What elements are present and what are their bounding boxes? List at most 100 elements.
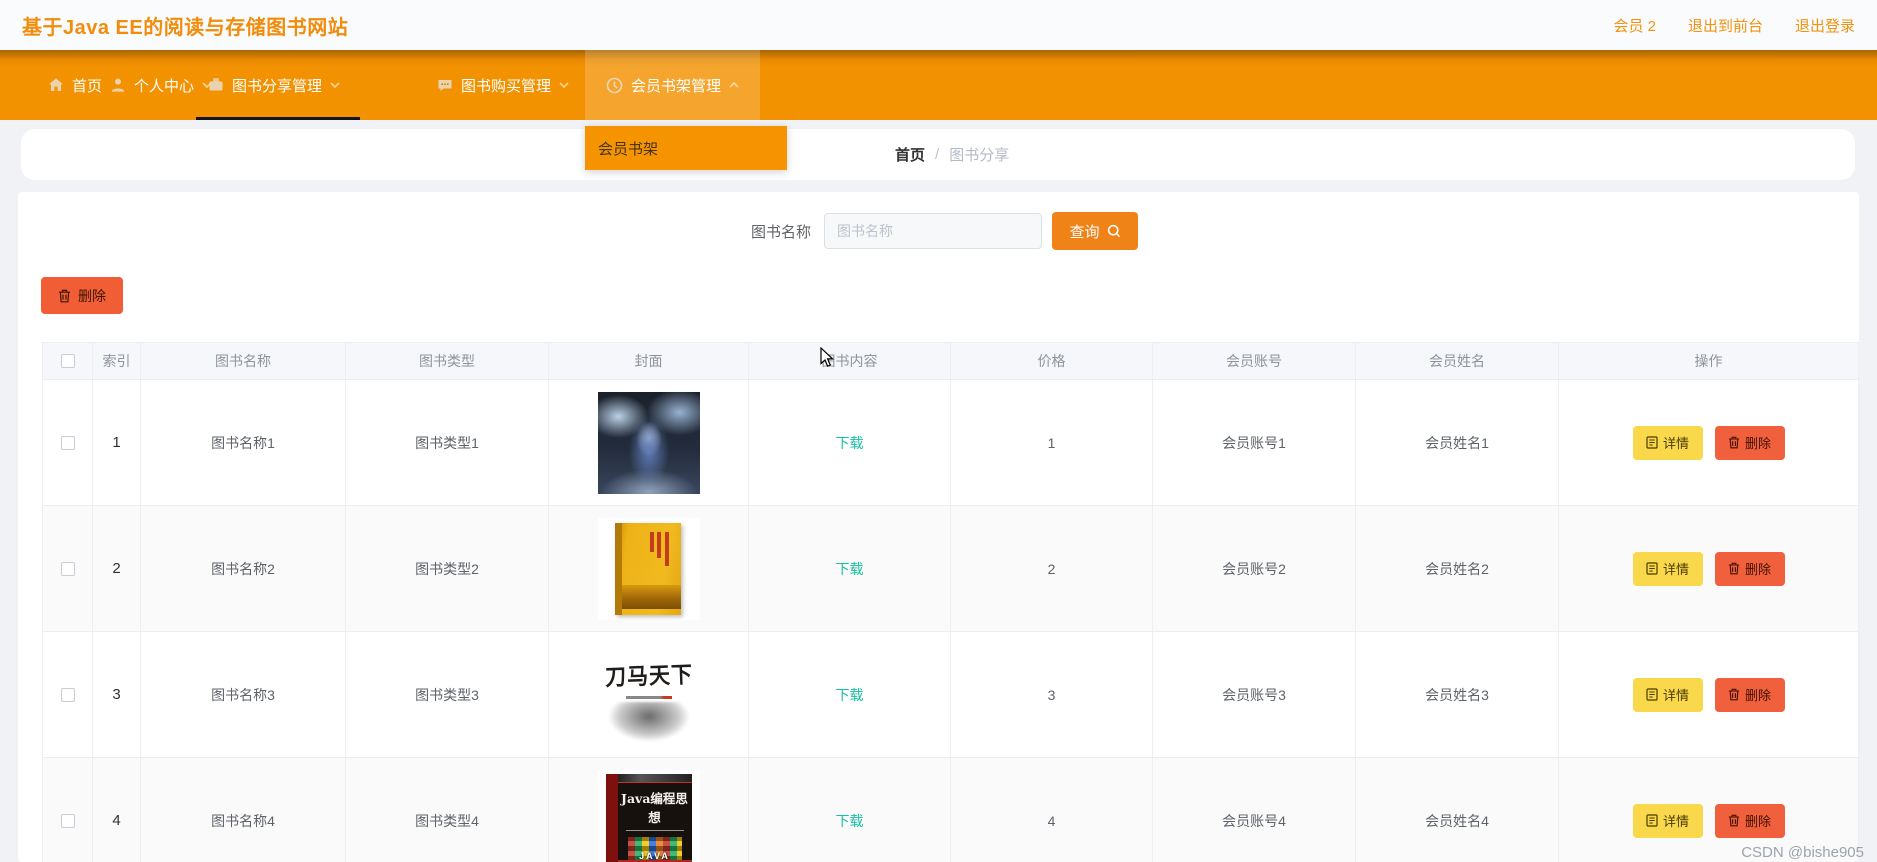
briefcase-icon xyxy=(209,78,223,91)
document-icon xyxy=(1646,814,1658,827)
detail-button[interactable]: 详情 xyxy=(1632,551,1703,586)
search-input[interactable] xyxy=(824,213,1042,249)
detail-button-label: 详情 xyxy=(1662,562,1689,577)
delete-button[interactable]: 删除 xyxy=(1714,803,1785,838)
col-header-member-name: 会员姓名 xyxy=(1356,343,1559,380)
table-row: 1 图书名称1 图书类型1 下载 1 会员账号1 会员姓名1 详情 删除 xyxy=(43,380,1859,506)
cell-index: 2 xyxy=(93,506,141,632)
select-all-cell xyxy=(43,343,93,380)
cell-book-name: 图书名称3 xyxy=(141,632,346,758)
cell-index: 1 xyxy=(93,380,141,506)
chevron-up-icon xyxy=(729,82,739,88)
cell-book-type: 图书类型4 xyxy=(346,758,549,862)
exit-to-front-link[interactable]: 退出到前台 xyxy=(1688,15,1763,36)
row-checkbox[interactable] xyxy=(60,687,75,702)
active-section-underline xyxy=(196,117,360,120)
nav-item-member-bookshelf-mgmt[interactable]: 会员书架管理 xyxy=(585,50,760,120)
row-checkbox[interactable] xyxy=(60,561,75,576)
download-link[interactable]: 下载 xyxy=(836,559,864,579)
cell-book-type: 图书类型1 xyxy=(346,380,549,506)
search-label: 图书名称 xyxy=(750,223,811,241)
cell-member-name: 会员姓名4 xyxy=(1356,758,1559,862)
search-row: 图书名称 查询 xyxy=(24,192,1859,250)
breadcrumb: 首页 / 图书分享 xyxy=(21,129,1855,180)
document-icon xyxy=(1646,688,1658,701)
cell-book-name: 图书名称1 xyxy=(141,380,346,506)
top-links: 会员 2 退出到前台 退出登录 xyxy=(1613,15,1855,36)
trash-icon xyxy=(1728,562,1740,575)
bulk-delete-button[interactable]: 删除 xyxy=(41,277,123,314)
cell-index: 4 xyxy=(93,758,141,862)
books-table: 索引 图书名称 图书类型 封面 图书内容 价格 会员账号 会员姓名 操作 1 图… xyxy=(42,342,1859,862)
breadcrumb-separator: / xyxy=(935,146,940,163)
col-header-book-name: 图书名称 xyxy=(141,343,346,380)
detail-button[interactable]: 详情 xyxy=(1632,425,1703,460)
delete-button-label: 删除 xyxy=(1744,436,1771,451)
cell-cover: Java编程思想 JAVA xyxy=(549,758,749,862)
member-link[interactable]: 会员 2 xyxy=(1613,15,1656,36)
cell-price: 1 xyxy=(951,380,1153,506)
trash-icon xyxy=(1728,814,1740,827)
cell-member-account: 会员账号1 xyxy=(1153,380,1356,506)
row-checkbox[interactable] xyxy=(60,435,75,450)
detail-button-label: 详情 xyxy=(1662,688,1689,703)
table-header-row: 索引 图书名称 图书类型 封面 图书内容 价格 会员账号 会员姓名 操作 xyxy=(43,343,1859,380)
page: 基于Java EE的阅读与存储图书网站 会员 2 退出到前台 退出登录 首页 个… xyxy=(0,0,1877,862)
cell-price: 2 xyxy=(951,506,1153,632)
delete-button[interactable]: 删除 xyxy=(1714,551,1785,586)
ink-calligraphy-cover: 刀马天下 xyxy=(597,643,700,746)
col-header-content: 图书内容 xyxy=(749,343,951,380)
table-row: 2 图书名称2 图书类型2 下载 2 会员账号2 会员姓名2 详情 删除 xyxy=(43,506,1859,632)
cell-index: 3 xyxy=(93,632,141,758)
download-link[interactable]: 下载 xyxy=(836,685,864,705)
col-header-price: 价格 xyxy=(951,343,1153,380)
trash-icon xyxy=(1728,436,1740,449)
nav-item-book-purchase-mgmt[interactable]: 图书购买管理 xyxy=(425,50,581,120)
cell-member-account: 会员账号2 xyxy=(1153,506,1356,632)
trash-icon xyxy=(1728,688,1740,701)
download-link[interactable]: 下载 xyxy=(836,433,864,453)
watermark: CSDN @bishe905 xyxy=(1741,844,1864,861)
dropdown-item-member-bookshelf[interactable]: 会员书架 xyxy=(585,126,787,170)
home-icon xyxy=(49,78,63,91)
col-header-actions: 操作 xyxy=(1559,343,1859,380)
chevron-down-icon xyxy=(330,82,340,88)
query-button-label: 查询 xyxy=(1069,223,1100,241)
col-header-cover: 封面 xyxy=(549,343,749,380)
chevron-down-icon xyxy=(559,82,569,88)
logout-link[interactable]: 退出登录 xyxy=(1795,15,1855,36)
nav-item-label: 图书购买管理 xyxy=(461,77,552,95)
row-checkbox[interactable] xyxy=(60,813,75,828)
query-button[interactable]: 查询 xyxy=(1052,212,1138,250)
nav-item-label: 图书分享管理 xyxy=(232,77,323,95)
cell-cover: 刀马天下 xyxy=(549,632,749,758)
detail-button[interactable]: 详情 xyxy=(1632,803,1703,838)
cell-member-account: 会员账号4 xyxy=(1153,758,1356,862)
col-header-member-account: 会员账号 xyxy=(1153,343,1356,380)
cell-cover xyxy=(549,506,749,632)
detail-button[interactable]: 详情 xyxy=(1632,677,1703,712)
clock-icon xyxy=(606,77,623,93)
user-icon xyxy=(111,78,125,92)
select-all-checkbox[interactable] xyxy=(60,354,75,368)
cell-price: 4 xyxy=(951,758,1153,862)
content-card: 图书名称 查询 删除 索引 图书名称 图书类型 封面 图书内容 价格 会员账号 … xyxy=(18,192,1859,862)
breadcrumb-home[interactable]: 首页 xyxy=(895,144,925,165)
delete-button-label: 删除 xyxy=(1744,562,1771,577)
detail-button-label: 详情 xyxy=(1662,436,1689,451)
document-icon xyxy=(1646,436,1658,449)
nav-item-book-share-mgmt[interactable]: 图书分享管理 xyxy=(196,50,360,120)
site-title: 基于Java EE的阅读与存储图书网站 xyxy=(22,16,349,39)
download-link[interactable]: 下载 xyxy=(836,811,864,831)
bulk-delete-label: 删除 xyxy=(78,287,106,304)
nav-item-label: 个人中心 xyxy=(134,77,195,95)
chat-icon xyxy=(438,80,452,91)
cell-book-type: 图书类型3 xyxy=(346,632,549,758)
mouse-cursor xyxy=(820,347,835,368)
delete-button[interactable]: 删除 xyxy=(1714,425,1785,460)
cell-member-name: 会员姓名2 xyxy=(1356,506,1559,632)
cell-cover xyxy=(549,380,749,506)
fantasy-dragon-cover xyxy=(597,391,700,494)
cell-book-name: 图书名称2 xyxy=(141,506,346,632)
delete-button[interactable]: 删除 xyxy=(1714,677,1785,712)
